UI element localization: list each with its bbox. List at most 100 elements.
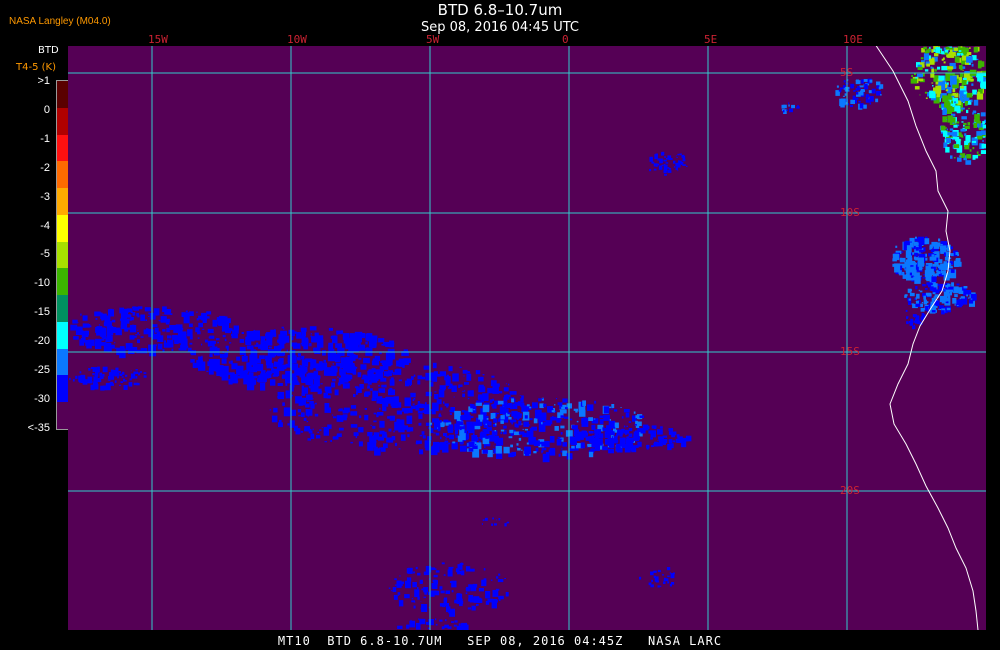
longitude-label: 5E [704, 33, 718, 46]
cloud-pixel [434, 391, 437, 393]
cloud-pixel [406, 415, 413, 424]
cloud-pixel [982, 124, 986, 129]
cloud-pixel [311, 380, 312, 382]
cloud-pixel [126, 308, 133, 313]
cloud-pixel [511, 398, 514, 403]
cloud-pixel [209, 353, 213, 357]
cloud-pixel [672, 440, 676, 443]
cloud-pixel [415, 566, 418, 570]
cloud-pixel [590, 448, 596, 452]
cloud-pixel [132, 324, 135, 326]
cloud-pixel [241, 339, 243, 341]
cloud-pixel [372, 425, 376, 429]
cloud-pixel [343, 359, 350, 366]
cloud-pixel [673, 431, 677, 436]
cloud-pixel [624, 429, 630, 434]
cloud-pixel [353, 394, 356, 398]
cloud-pixel [663, 581, 666, 584]
cloud-pixel [973, 47, 978, 53]
cloud-pixel [914, 86, 920, 90]
cloud-pixel [463, 375, 465, 377]
cloud-pixel [445, 438, 447, 440]
latitude-label: 10S [840, 206, 860, 219]
cloud-pixel [490, 413, 496, 420]
cloud-pixel [153, 308, 160, 316]
cloud-pixel [552, 439, 555, 442]
cloud-pixel [940, 244, 943, 246]
cloud-pixel [270, 379, 276, 386]
cloud-pixel [406, 408, 413, 413]
cloud-pixel [859, 103, 864, 109]
cloud-pixel [86, 379, 88, 381]
cloud-pixel [470, 416, 474, 418]
cloud-pixel [524, 446, 531, 454]
cloud-pixel [923, 46, 927, 50]
cloud-pixel [358, 357, 362, 360]
cloud-pixel [661, 151, 665, 155]
cloud-pixel [499, 406, 506, 414]
cloud-pixel [274, 361, 276, 364]
cloud-pixel [936, 270, 939, 273]
cloud-pixel [500, 420, 504, 424]
cloud-pixel [388, 428, 392, 432]
cloud-pixel [667, 444, 672, 451]
cloud-pixel [486, 426, 492, 431]
cloud-pixel [464, 390, 466, 392]
cloud-pixel [197, 331, 201, 335]
longitude-label: 15W [148, 33, 168, 46]
cloud-pixel [956, 283, 960, 286]
cloud-pixel [188, 323, 193, 327]
cloud-pixel [505, 592, 509, 597]
cloud-pixel [954, 294, 958, 298]
cloud-pixel [457, 564, 463, 570]
cloud-pixel [482, 429, 485, 431]
cloud-pixel [373, 420, 377, 423]
cloud-pixel [333, 416, 337, 419]
cloud-pixel [468, 598, 471, 602]
cloud-pixel [599, 418, 604, 425]
cloud-pixel [310, 433, 315, 439]
cloud-pixel [271, 415, 278, 423]
cloud-pixel [925, 272, 929, 277]
cloud-pixel [451, 621, 454, 623]
cloud-pixel [367, 442, 374, 451]
cloud-pixel [521, 449, 523, 451]
cloud-pixel [923, 63, 925, 65]
cloud-pixel [95, 371, 99, 377]
cloud-pixel [956, 121, 960, 124]
cloud-pixel [399, 575, 401, 577]
cloud-pixel [558, 453, 561, 457]
cloud-pixel [678, 160, 680, 163]
cloud-pixel [951, 282, 954, 287]
cloud-pixel [189, 312, 192, 314]
cloud-pixel [623, 431, 625, 434]
cloud-pixel [677, 153, 680, 156]
cloud-pixel [503, 446, 510, 454]
cloud-pixel [915, 318, 919, 324]
cloud-pixel [966, 154, 972, 159]
longitude-label: 10E [843, 33, 863, 46]
cloud-pixel [673, 160, 676, 164]
cloud-pixel [127, 327, 131, 330]
cloud-pixel [456, 626, 460, 630]
cloud-pixel [337, 376, 339, 378]
cloud-pixel [217, 341, 219, 344]
cloud-pixel [949, 112, 952, 114]
cloud-pixel [114, 342, 116, 344]
cloud-pixel [137, 332, 139, 335]
cloud-pixel [411, 598, 414, 600]
cloud-pixel [131, 376, 134, 378]
cloud-pixel [971, 83, 974, 86]
cloud-pixel [93, 376, 98, 381]
cloud-pixel [316, 339, 324, 348]
cloud-pixel [440, 422, 444, 428]
cloud-pixel [292, 376, 298, 381]
cloud-pixel [950, 107, 955, 112]
cloud-pixel [629, 444, 634, 447]
cloud-pixel [335, 343, 342, 348]
cloud-pixel [327, 424, 332, 429]
cloud-pixel [945, 89, 949, 92]
cloud-pixel [236, 365, 244, 376]
cloud-pixel [682, 155, 686, 160]
cloud-pixel [582, 400, 586, 406]
